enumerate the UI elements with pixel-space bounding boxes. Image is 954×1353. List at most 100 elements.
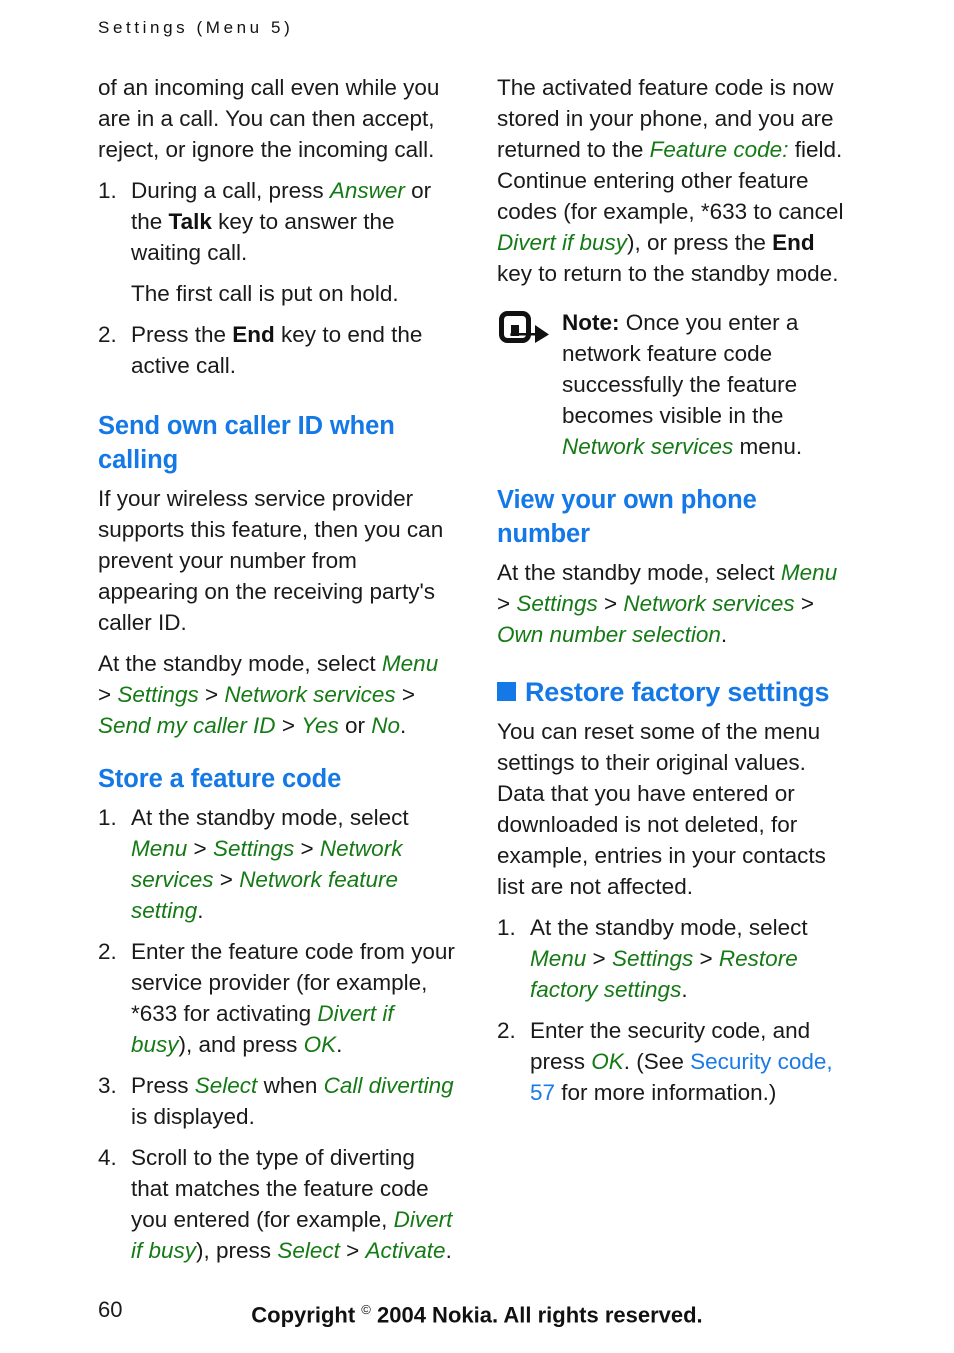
note-arrow-icon — [499, 311, 551, 345]
chapter-heading-restore-factory-settings: Restore factory settings — [497, 674, 855, 710]
list-number: 2. — [497, 1018, 516, 1043]
ui-term: Settings — [611, 946, 694, 971]
paragraph-text: ), or press the — [627, 230, 773, 255]
paragraph-text: You can reset some of the menu settings … — [497, 719, 826, 899]
list-number: 4. — [98, 1145, 117, 1170]
restore-factory-paragraph: You can reset some of the menu settings … — [497, 716, 855, 902]
list-item: 2. Press the End key to end the active c… — [98, 319, 456, 381]
path-separator: > — [693, 946, 719, 971]
list-number: 2. — [98, 322, 117, 347]
ui-term: Answer — [329, 178, 405, 203]
ui-term: Yes — [301, 713, 339, 738]
intro-paragraph: of an incoming call even while you are i… — [98, 72, 456, 165]
note-callout: Note: Once you enter a network feature c… — [497, 307, 855, 462]
square-bullet-icon — [497, 681, 516, 701]
note-label: Note: — [562, 310, 620, 335]
path-separator: > — [294, 836, 320, 861]
paragraph-text: key to return to the standby mode. — [497, 261, 839, 286]
list-item: 2. Enter the feature code from your serv… — [98, 936, 456, 1060]
step-text: is displayed. — [131, 1104, 255, 1129]
ui-term: Call diverting — [323, 1073, 454, 1098]
left-column: of an incoming call even while you are i… — [98, 72, 456, 1276]
step-text: At the standby mode, select — [530, 915, 808, 940]
ui-term: Settings — [516, 591, 598, 616]
page-footer: 60 Copyright © 2004 Nokia. All rights re… — [0, 1295, 954, 1327]
list-item: 1. At the standby mode, select Menu > Se… — [98, 802, 456, 926]
path-separator: > — [586, 946, 612, 971]
list-number: 1. — [98, 805, 117, 830]
caller-id-paragraph: If your wireless service provider suppor… — [98, 483, 456, 638]
step-text: . — [445, 1238, 452, 1263]
list-item: 1. At the standby mode, select Menu > Se… — [497, 912, 855, 1005]
restore-factory-steps-list: 1. At the standby mode, select Menu > Se… — [497, 912, 855, 1108]
ui-term: Own number selection — [497, 622, 721, 647]
list-item: 1. During a call, press Answer or the Ta… — [98, 175, 456, 309]
ui-term: Menu — [131, 836, 188, 861]
step-text: At the standby mode, select — [131, 805, 409, 830]
view-number-menu-path: At the standby mode, select Menu > Setti… — [497, 557, 855, 650]
ui-term: Menu — [780, 560, 838, 585]
ui-term: No — [371, 713, 401, 738]
path-separator: > — [98, 682, 118, 707]
path-text: At the standby mode, select — [497, 560, 781, 585]
store-feature-code-steps-list: 1. At the standby mode, select Menu > Se… — [98, 802, 456, 1266]
ui-term: OK — [303, 1032, 337, 1057]
step-text: Press the — [131, 322, 233, 347]
ui-term: Feature code: — [649, 137, 789, 162]
caller-id-menu-path: At the standby mode, select Menu > Setti… — [98, 648, 456, 741]
ui-term: Settings — [117, 682, 199, 707]
path-separator: > — [339, 1238, 366, 1263]
step-text: ), and press — [178, 1032, 304, 1057]
ui-term: Network services — [623, 591, 795, 616]
list-number: 1. — [497, 915, 516, 940]
paragraph-text: If your wireless service provider suppor… — [98, 486, 444, 635]
chapter-heading-label: Restore factory settings — [525, 677, 830, 707]
step-text: . — [197, 898, 204, 923]
list-number: 2. — [98, 939, 117, 964]
section-heading-send-caller-id: Send own caller ID when calling — [98, 412, 395, 474]
stored-code-paragraph: The activated feature code is now stored… — [497, 72, 855, 289]
ui-term: OK — [591, 1049, 624, 1074]
note-text: Note: Once you enter a network feature c… — [562, 307, 855, 462]
path-text: or — [338, 713, 372, 738]
note-body: menu. — [733, 434, 803, 459]
step-text: During a call, press — [131, 178, 330, 203]
substep-text: The first call is put on hold. — [131, 281, 399, 306]
step-text: ), press — [196, 1238, 278, 1263]
ui-term: Menu — [530, 946, 587, 971]
step-text: . — [336, 1032, 343, 1057]
list-item: 3. Press Select when Call diverting is d… — [98, 1070, 456, 1132]
path-text: At the standby mode, select — [98, 651, 382, 676]
list-number: 1. — [98, 178, 117, 203]
path-separator: > — [395, 682, 416, 707]
copyright-text: Copyright — [251, 1302, 362, 1328]
list-item: 2. Enter the security code, and press OK… — [497, 1015, 855, 1108]
ui-term: Activate — [365, 1238, 446, 1263]
intro-text: of an incoming call even while you are i… — [98, 75, 440, 162]
list-number: 3. — [98, 1073, 117, 1098]
copyright-notice: Copyright © 2004 Nokia. All rights reser… — [0, 1295, 954, 1330]
key-name: End — [772, 230, 815, 255]
ui-term: Menu — [381, 651, 439, 676]
copyright-symbol: © — [361, 1302, 371, 1317]
ui-term: Send my caller ID — [98, 713, 276, 738]
path-separator: > — [497, 591, 517, 616]
path-separator: > — [794, 591, 815, 616]
path-separator: > — [187, 836, 213, 861]
path-text: . — [720, 622, 728, 647]
ui-term: Network services — [224, 682, 396, 707]
key-name: End — [232, 322, 275, 347]
manual-page: Settings (Menu 5) of an incoming call ev… — [0, 0, 954, 1353]
section-heading-store-feature-code: Store a feature code — [98, 765, 342, 793]
list-item: 4. Scroll to the type of diverting that … — [98, 1142, 456, 1266]
step-text: . — [681, 977, 688, 1002]
ui-term: Settings — [212, 836, 295, 861]
step-text: Press — [131, 1073, 195, 1098]
ui-term: Divert if busy — [497, 230, 628, 255]
step-text: for more information.) — [555, 1080, 777, 1105]
path-separator: > — [213, 867, 240, 892]
path-separator: > — [198, 682, 225, 707]
path-text: . — [400, 713, 407, 738]
step-text: . (See — [623, 1049, 691, 1074]
copyright-text: 2004 Nokia. All rights reserved. — [370, 1302, 703, 1328]
